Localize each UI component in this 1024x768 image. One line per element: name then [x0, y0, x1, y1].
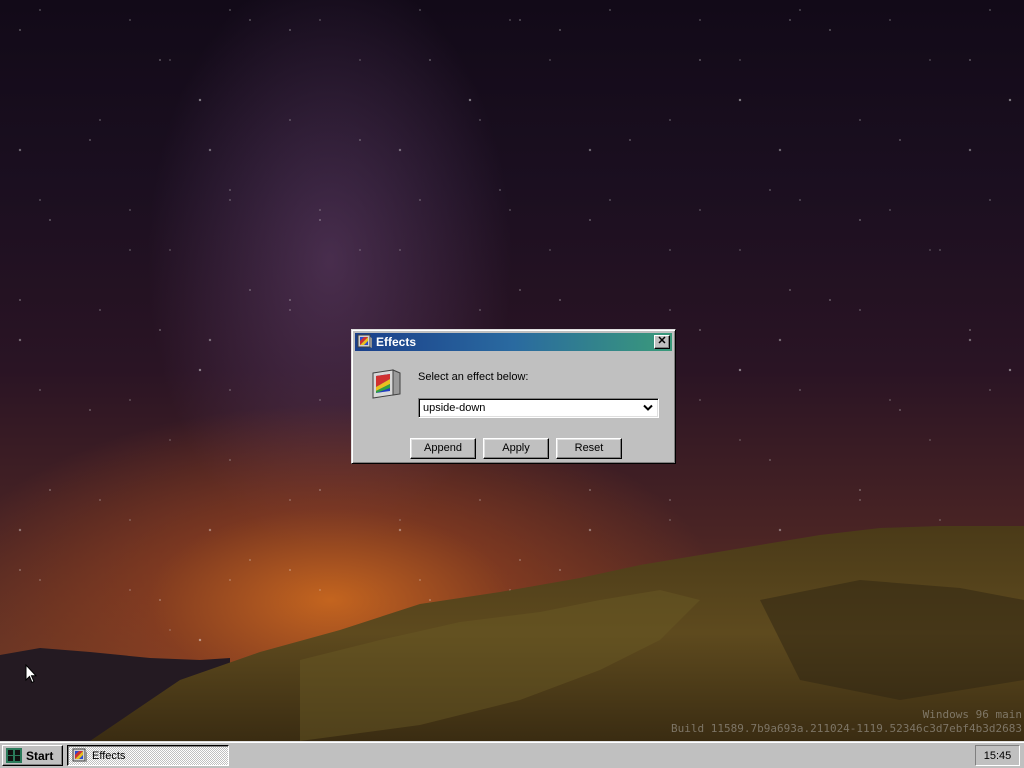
watermark-line-1: Windows 96 main [922, 708, 1022, 721]
start-button[interactable]: Start [2, 745, 63, 766]
effects-dialog[interactable]: Effects ✕ Select an effect below: upside… [351, 329, 676, 464]
watermark-line-2: Build 11589.7b9a693a.211024-1119.52346c3… [671, 722, 1022, 735]
taskbar: Start Effects 15:45 [0, 741, 1024, 768]
monitor-rainbow-icon [72, 748, 87, 762]
mouse-pointer-icon [25, 664, 37, 684]
clock[interactable]: 15:45 [976, 750, 1019, 762]
dialog-title: Effects [376, 335, 417, 349]
close-button[interactable]: ✕ [654, 335, 670, 349]
monitor-rainbow-icon [372, 369, 401, 399]
reset-button[interactable]: Reset [556, 438, 622, 459]
apply-button[interactable]: Apply [483, 438, 549, 459]
monitor-rainbow-icon [357, 334, 372, 348]
build-watermark: Windows 96 main Build 11589.7b9a693a.211… [671, 708, 1022, 736]
start-label: Start [26, 749, 54, 763]
system-tray: 15:45 [975, 745, 1020, 766]
chevron-down-icon[interactable] [643, 404, 653, 412]
taskbar-item-label: Effects [92, 750, 126, 762]
effect-select-value: upside-down [423, 402, 486, 414]
append-button[interactable]: Append [410, 438, 476, 459]
dialog-titlebar[interactable]: Effects ✕ [355, 333, 672, 351]
taskbar-item-effects[interactable]: Effects [67, 745, 229, 766]
effect-prompt-label: Select an effect below: [418, 371, 529, 383]
windows96-logo-icon [6, 748, 22, 763]
effect-select[interactable]: upside-down [418, 398, 659, 418]
